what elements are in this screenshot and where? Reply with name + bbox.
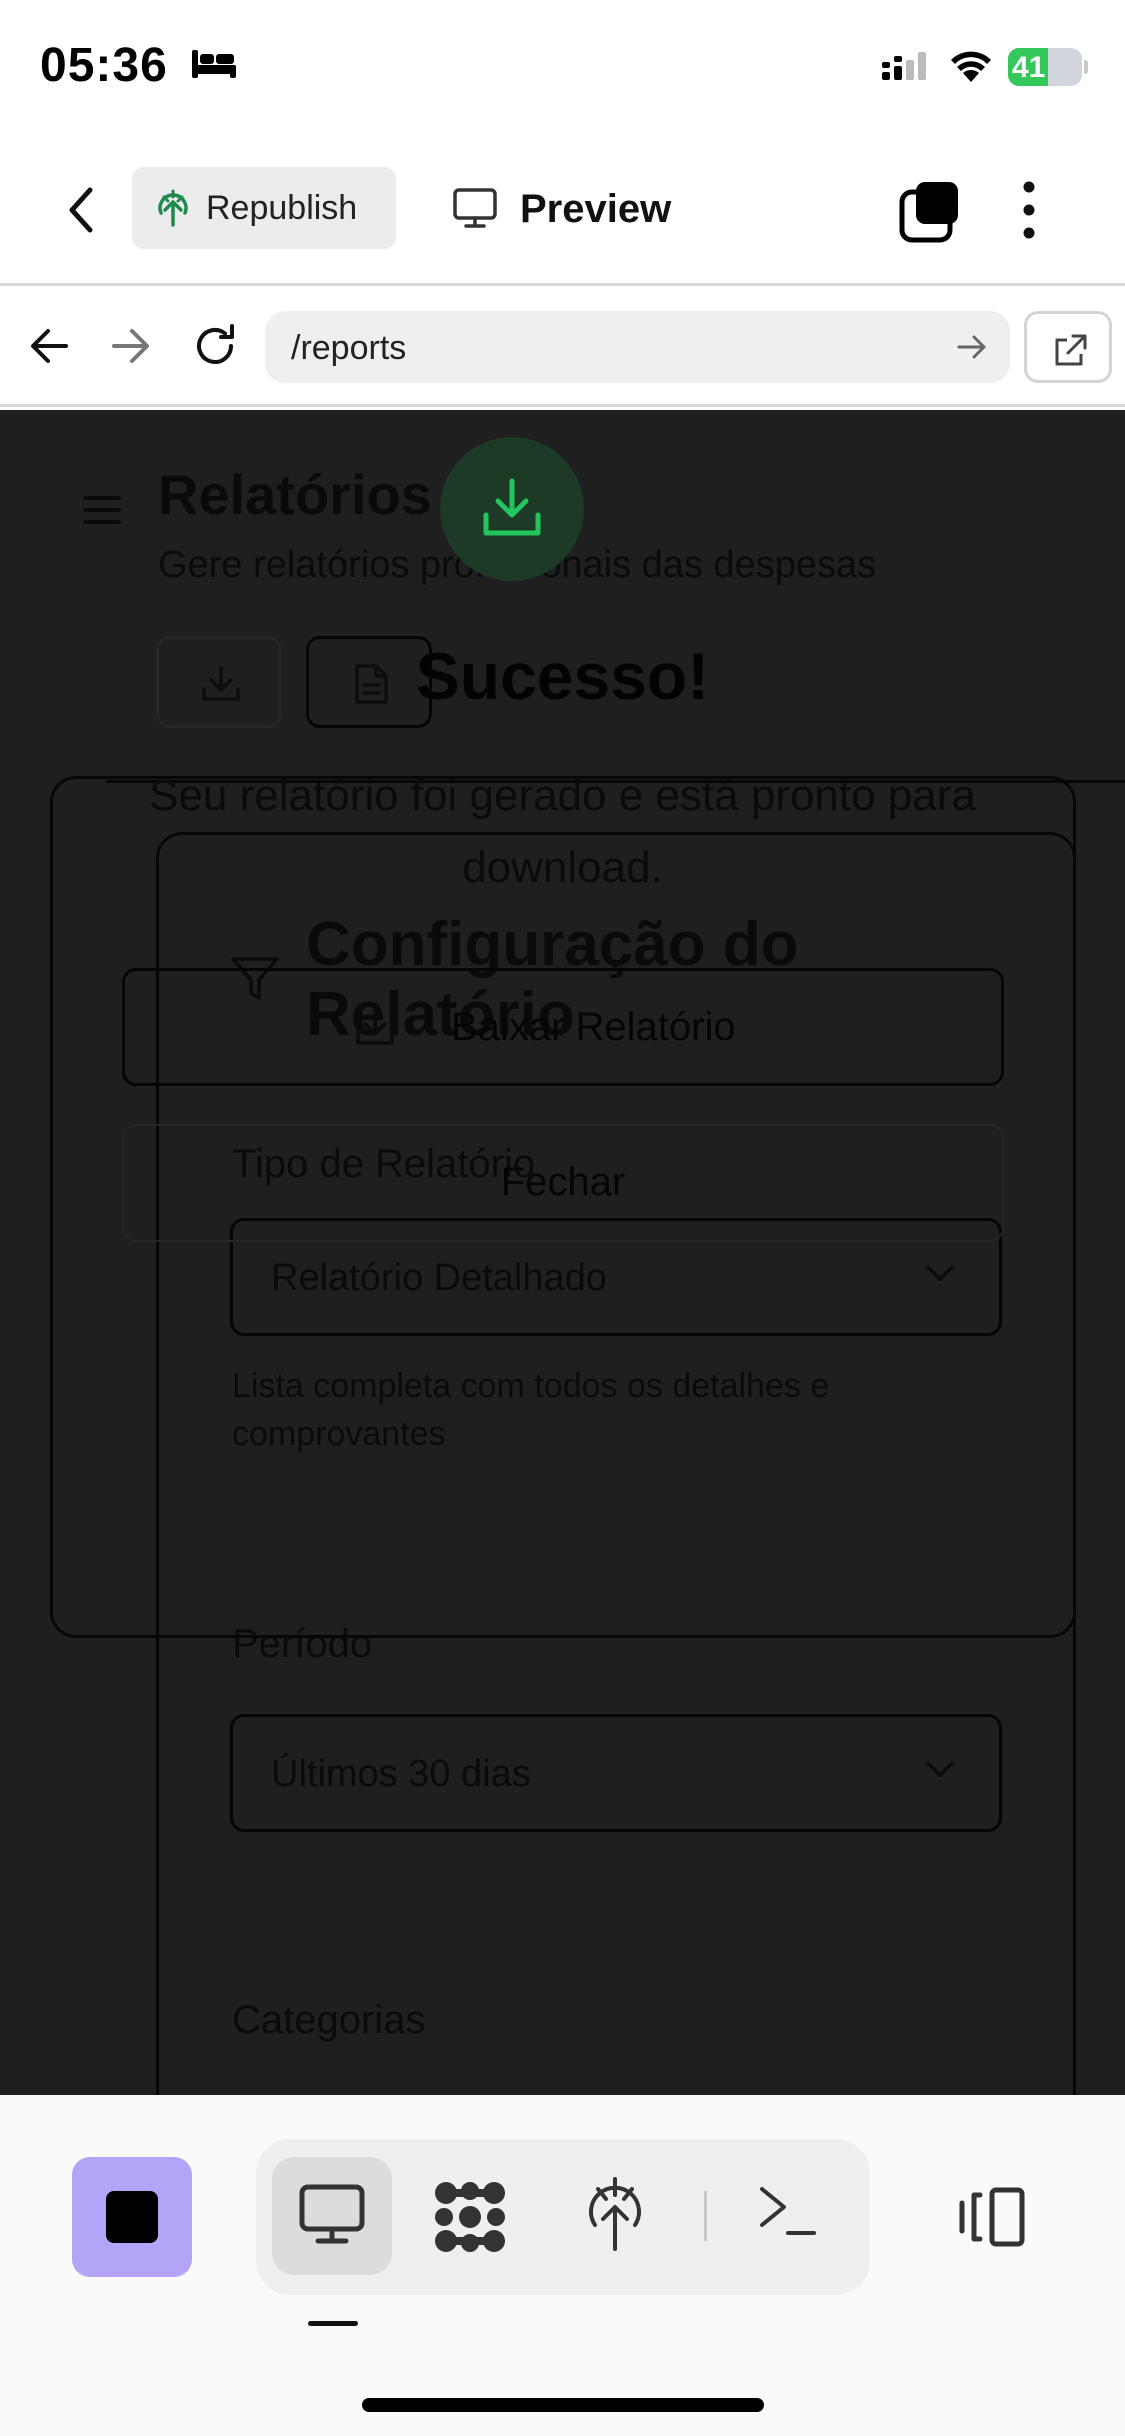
url-bar: /reports <box>0 289 1125 407</box>
close-label: Fechar <box>500 1160 626 1204</box>
stop-button[interactable] <box>72 2157 192 2277</box>
signal-icon <box>880 50 934 84</box>
republish-icon <box>156 189 190 227</box>
layout-icon[interactable] <box>956 2187 1026 2247</box>
page-title: Relatórios <box>158 463 432 526</box>
stop-icon <box>106 2191 158 2243</box>
download-icon <box>355 1009 395 1047</box>
tabs-icon[interactable] <box>898 180 962 244</box>
active-tab-indicator <box>308 2321 358 2326</box>
divider <box>704 2191 707 2241</box>
arrow-right-icon[interactable] <box>110 325 152 367</box>
status-time: 05:36 <box>40 39 168 92</box>
download-report-label: Baixar Relatório <box>451 1005 736 1049</box>
dialog-title: Sucesso! <box>415 639 710 713</box>
open-external-icon <box>1053 332 1089 368</box>
back-icon[interactable] <box>66 186 94 234</box>
reload-icon[interactable] <box>192 323 238 369</box>
go-arrow-icon[interactable] <box>956 331 988 363</box>
republish-button[interactable]: Republish <box>132 167 396 249</box>
categories-label: Categorias <box>232 1998 426 2042</box>
open-external-button[interactable] <box>1024 311 1112 383</box>
view-switcher <box>256 2139 870 2295</box>
url-input[interactable]: /reports <box>265 311 1010 383</box>
success-badge <box>440 437 584 581</box>
home-indicator[interactable] <box>362 2398 764 2412</box>
dialog-message: Seu relatório foi gerado e está pronto p… <box>149 771 976 892</box>
battery-level: 41 <box>1012 51 1046 84</box>
preview-label: Preview <box>520 187 672 231</box>
bed-icon <box>190 48 238 80</box>
period-select[interactable]: Últimos 30 dias <box>230 1714 1002 1832</box>
period-value: Últimos 30 dias <box>271 1753 531 1795</box>
monitor-icon <box>452 187 498 229</box>
download-icon <box>480 477 544 539</box>
chevron-down-icon <box>925 1759 955 1779</box>
preview-tab[interactable] <box>272 2157 392 2275</box>
url-value: /reports <box>291 329 407 367</box>
download-report-button[interactable]: Baixar Relatório <box>122 968 1004 1086</box>
status-bar: 05:36 41 <box>0 0 1125 140</box>
close-button[interactable]: Fechar <box>122 1124 1004 1242</box>
battery-indicator: 41 <box>1008 48 1088 86</box>
app-header: Republish Preview <box>0 140 1125 286</box>
monitor-icon <box>298 2183 366 2247</box>
menu-icon[interactable] <box>82 494 122 526</box>
more-icon[interactable] <box>1022 180 1036 240</box>
tools-icon[interactable] <box>432 2179 508 2255</box>
wifi-icon <box>948 48 994 84</box>
shell-icon[interactable] <box>756 2181 818 2241</box>
arrow-left-icon[interactable] <box>28 325 70 367</box>
republish-label: Republish <box>206 189 358 227</box>
deploy-icon[interactable] <box>586 2175 644 2251</box>
bottom-toolbar <box>0 2095 1125 2436</box>
